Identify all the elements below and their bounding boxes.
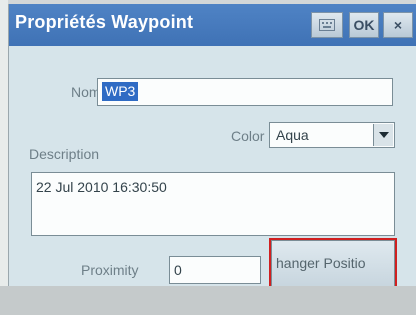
proximity-input[interactable]: 0: [169, 256, 261, 284]
color-label: Color: [231, 128, 265, 144]
window-title: Propriétés Waypoint: [15, 12, 194, 32]
description-label: Description: [29, 146, 100, 162]
color-select[interactable]: Aqua: [269, 122, 395, 148]
device-screen: Propriétés Waypoint OK × Nom WP3 Color A…: [0, 0, 416, 315]
photo-margin: [0, 0, 8, 315]
change-position-label: hanger Positio: [276, 255, 366, 271]
proximity-label: Proximity: [81, 262, 139, 278]
name-input-value: WP3: [102, 82, 139, 101]
ok-button[interactable]: OK: [349, 12, 379, 38]
close-icon: ×: [393, 17, 403, 33]
close-button[interactable]: ×: [383, 12, 413, 38]
title-bar: Propriétés Waypoint OK ×: [9, 4, 416, 46]
keyboard-icon: [319, 19, 335, 31]
waypoint-properties-dialog: Propriétés Waypoint OK × Nom WP3 Color A…: [8, 4, 416, 290]
proximity-value: 0: [174, 262, 182, 278]
color-select-value: Aqua: [276, 127, 309, 143]
photo-margin-bottom: [0, 286, 416, 315]
description-textarea[interactable]: 22 Jul 2010 16:30:50: [31, 172, 395, 236]
name-input[interactable]: WP3: [97, 78, 393, 106]
change-position-button[interactable]: hanger Positio: [269, 238, 397, 290]
keyboard-button[interactable]: [311, 12, 343, 38]
description-value: 22 Jul 2010 16:30:50: [36, 179, 167, 195]
chevron-down-icon[interactable]: [373, 124, 393, 146]
